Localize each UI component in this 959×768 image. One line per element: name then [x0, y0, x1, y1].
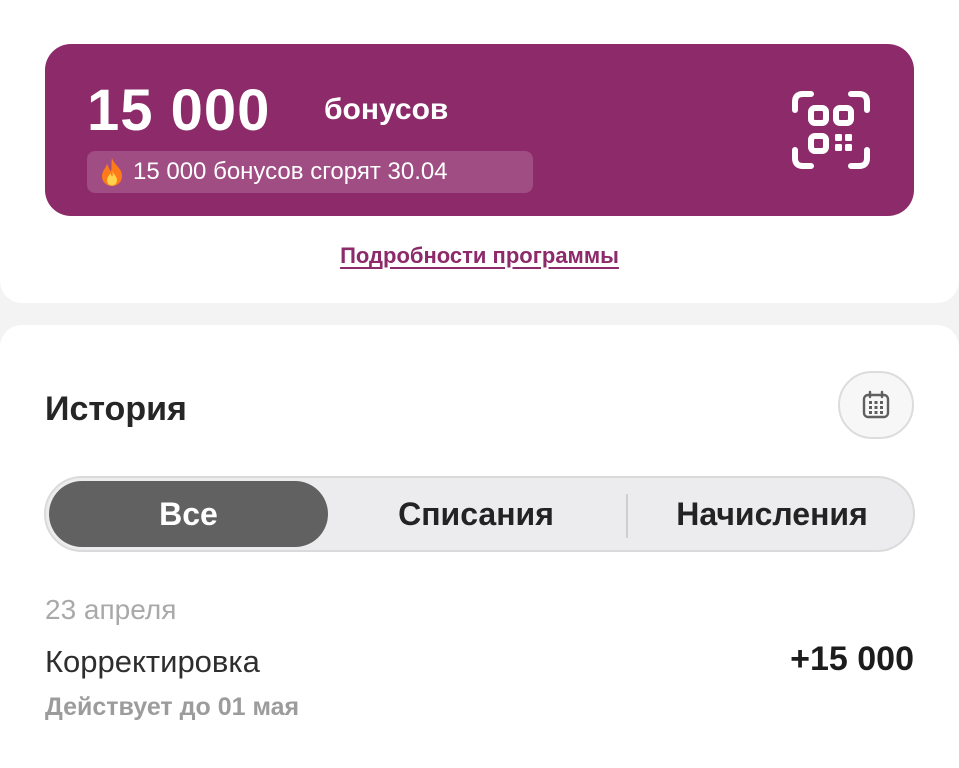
transaction-title: Корректировка [45, 644, 260, 679]
qr-code-button[interactable] [791, 90, 871, 170]
bonus-unit-label: бонусов [324, 93, 449, 126]
calendar-button[interactable] [838, 371, 914, 439]
tab-writeoffs[interactable]: Списания [336, 481, 616, 547]
calendar-icon [862, 390, 890, 419]
history-date-label: 23 апреля [45, 594, 177, 625]
history-section: История Все Списания Начисления 23 апрел… [0, 325, 959, 768]
bonus-expiry-text: 15 000 бонусов сгорят 30.04 [133, 158, 448, 185]
tab-all[interactable]: Все [49, 481, 328, 547]
history-filter-tabs: Все Списания Начисления [44, 476, 915, 552]
transaction-amount: +15 000 [790, 640, 914, 678]
bonus-amount: 15 000 [87, 78, 271, 143]
history-title: История [45, 390, 187, 428]
tab-divider [626, 494, 628, 538]
bonus-header-section: 15 000 бонусов 15 000 бонусов сгорят 30.… [0, 0, 959, 303]
fire-icon [99, 157, 125, 187]
transaction-validity: Действует до 01 мая [45, 693, 300, 721]
bonus-expiry-badge: 15 000 бонусов сгорят 30.04 [87, 151, 533, 193]
program-details-link[interactable]: Подробности программы [0, 243, 959, 269]
tab-accruals[interactable]: Начисления [632, 481, 912, 547]
qr-code-icon [792, 91, 870, 169]
bonus-balance-card: 15 000 бонусов 15 000 бонусов сгорят 30.… [45, 44, 914, 216]
